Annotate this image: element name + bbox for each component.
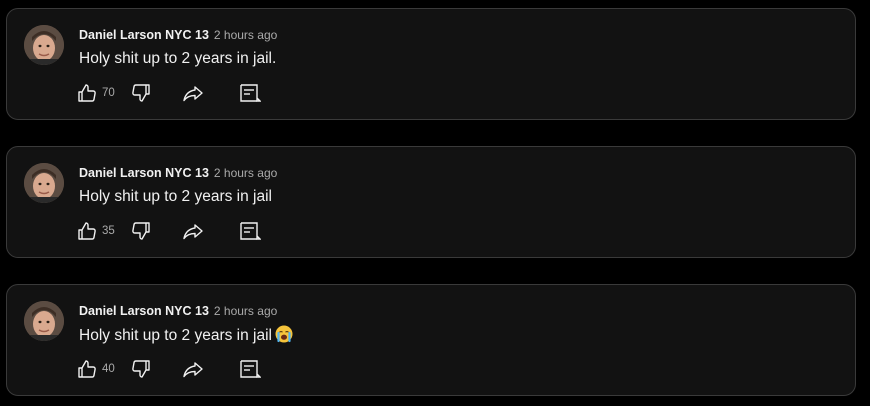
like-button[interactable]: 35 [75, 219, 115, 243]
comment-text: Holy shit up to 2 years in jail [79, 187, 272, 207]
dislike-button[interactable] [129, 357, 153, 381]
avatar-image [24, 163, 64, 203]
reply-button[interactable] [237, 357, 261, 381]
share-arrow-icon [183, 224, 203, 240]
comment-header: Daniel Larson NYC 13 2 hours ago [79, 165, 277, 181]
like-button[interactable]: 70 [75, 81, 115, 105]
comment-text: Holy shit up to 2 years in jail. [79, 49, 276, 69]
comment-timestamp[interactable]: 2 hours ago [214, 304, 277, 318]
comment-text: Holy shit up to 2 years in jail [79, 325, 293, 346]
reply-button[interactable] [237, 81, 261, 105]
comment-timestamp[interactable]: 2 hours ago [214, 166, 277, 180]
comment-text-body: Holy shit up to 2 years in jail. [79, 50, 277, 67]
comment-text-body: Holy shit up to 2 years in jail [79, 327, 272, 344]
dislike-button[interactable] [129, 81, 153, 105]
author-name[interactable]: Daniel Larson NYC 13 [79, 28, 209, 42]
loudly-crying-face-icon [275, 325, 293, 343]
thumbs-down-icon [132, 360, 150, 378]
like-count: 35 [102, 225, 115, 237]
comment-header: Daniel Larson NYC 13 2 hours ago [79, 303, 277, 319]
thumbs-up-icon [78, 222, 96, 240]
like-button[interactable]: 40 [75, 357, 115, 381]
comment-timestamp[interactable]: 2 hours ago [214, 28, 277, 42]
reply-comment-icon [240, 84, 261, 102]
reply-comment-icon [240, 222, 261, 240]
thumbs-up-icon [78, 360, 96, 378]
dislike-button[interactable] [129, 219, 153, 243]
share-arrow-icon [183, 86, 203, 102]
thumbs-down-icon [132, 222, 150, 240]
comment-feed: Daniel Larson NYC 13 2 hours ago Holy shi… [0, 0, 870, 406]
share-arrow-icon [183, 362, 203, 378]
comment-card: Daniel Larson NYC 13 2 hours ago Holy shi… [6, 8, 856, 120]
comment-card: Daniel Larson NYC 13 2 hours ago Holy shi… [6, 146, 856, 258]
avatar-image [24, 25, 64, 65]
avatar[interactable] [24, 25, 64, 65]
avatar-image [24, 301, 64, 341]
author-name[interactable]: Daniel Larson NYC 13 [79, 304, 209, 318]
reply-comment-icon [240, 360, 261, 378]
thumbs-down-icon [132, 84, 150, 102]
avatar[interactable] [24, 301, 64, 341]
avatar[interactable] [24, 163, 64, 203]
share-button[interactable] [181, 357, 205, 381]
share-button[interactable] [181, 219, 205, 243]
share-button[interactable] [181, 81, 205, 105]
like-count: 70 [102, 87, 115, 99]
reply-button[interactable] [237, 219, 261, 243]
comment-text-body: Holy shit up to 2 years in jail [79, 188, 272, 205]
comment-card: Daniel Larson NYC 13 2 hours ago Holy shi… [6, 284, 856, 396]
comment-header: Daniel Larson NYC 13 2 hours ago [79, 27, 277, 43]
author-name[interactable]: Daniel Larson NYC 13 [79, 166, 209, 180]
like-count: 40 [102, 363, 115, 375]
thumbs-up-icon [78, 84, 96, 102]
